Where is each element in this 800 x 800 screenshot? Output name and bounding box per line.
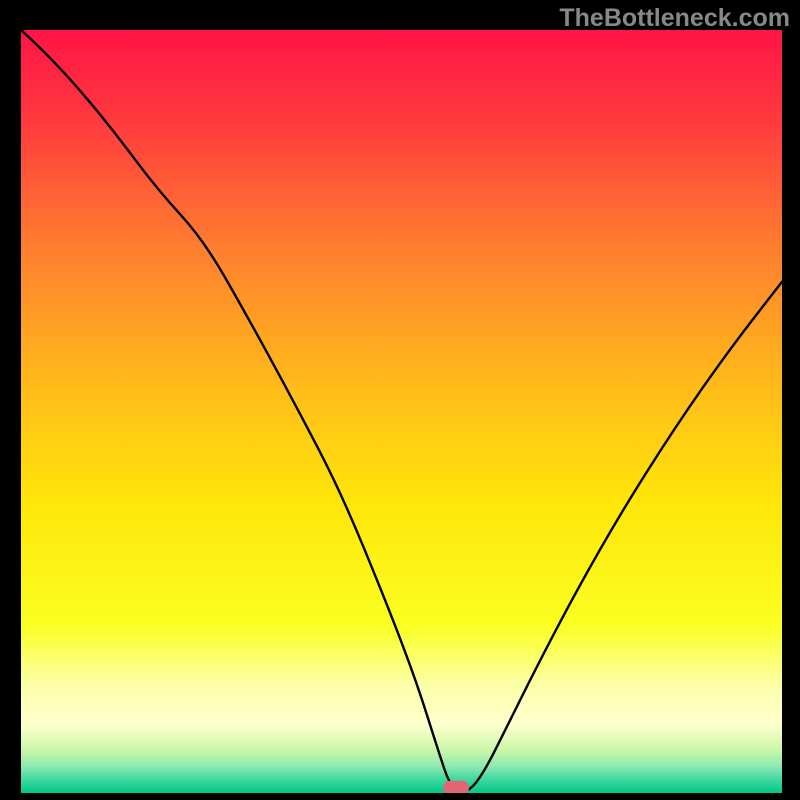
chart-svg xyxy=(21,30,782,793)
chart-plot-area xyxy=(21,30,782,793)
optimal-point-marker xyxy=(443,780,469,793)
chart-background-gradient xyxy=(21,30,782,793)
watermark-text: TheBottleneck.com xyxy=(559,4,790,33)
